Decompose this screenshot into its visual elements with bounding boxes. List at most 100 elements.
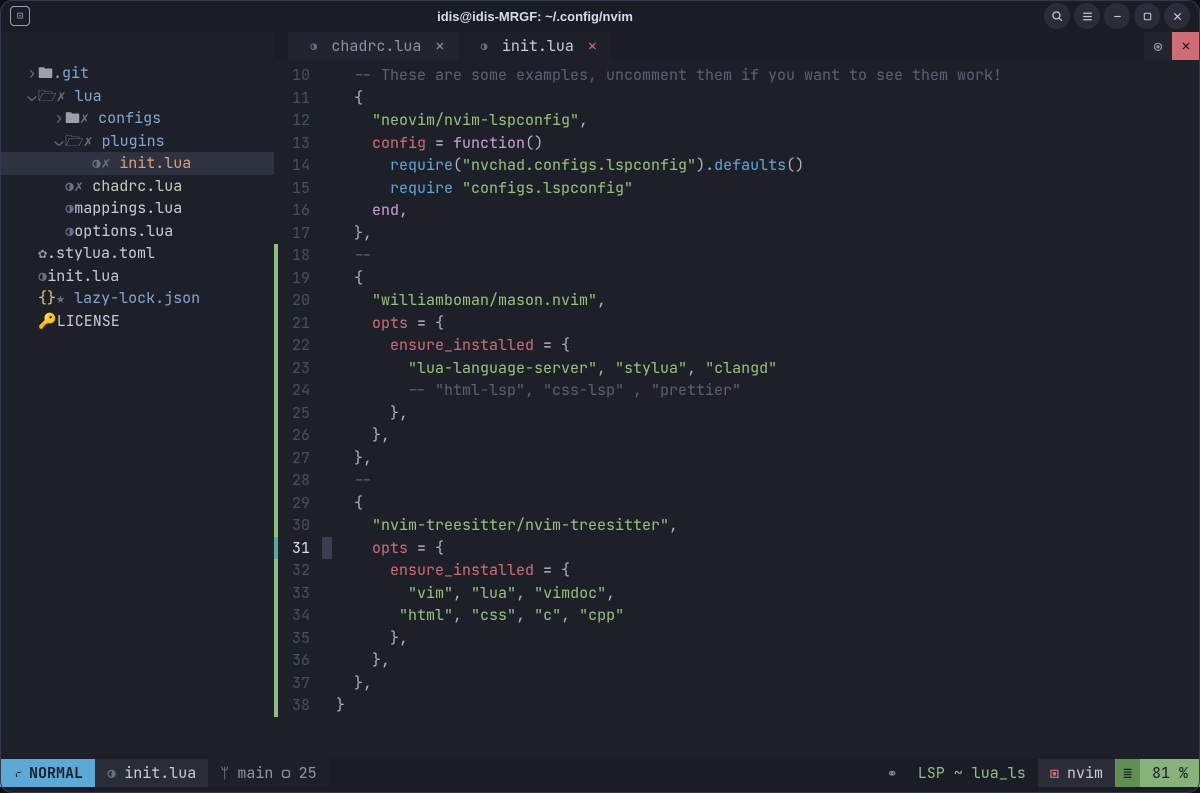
lua-icon: ◑ [310,38,317,54]
tree-item[interactable]: ◑ init.lua [0,265,274,288]
tree-item[interactable]: 🔑 LICENSE [0,310,274,333]
window-titlebar: ⊡ idis@idis-MRGF: ~/.config/nvim [0,0,1200,32]
code-line[interactable]: 13 config = function() [274,132,1200,155]
tab-close-all-icon[interactable]: ✕ [1172,32,1200,60]
code-line[interactable]: 15 require "configs.lspconfig" [274,177,1200,200]
code-line[interactable]: 36 }, [274,649,1200,672]
tree-item[interactable]: › 🖿 .git [0,62,274,85]
code-line[interactable]: 18 -- [274,244,1200,267]
tree-item[interactable]: ⌄ 🗁 ✗ lua [0,85,274,108]
line-text: "williamboman/mason.nvim", [332,289,606,312]
tree-item[interactable]: ⌄ 🗁 ✗ plugins [0,130,274,153]
line-text: -- [332,469,372,492]
tree-item-label: init.lua [47,265,119,288]
line-number: 13 [278,132,318,155]
tree-item-label: configs [98,107,161,130]
editor-tab[interactable]: ◑init.lua✕ [458,32,610,60]
status-filename: ◑ init.lua [95,759,208,787]
code-line[interactable]: 32 ensure_installed = { [274,559,1200,582]
search-icon[interactable] [1044,3,1070,29]
line-number: 21 [278,312,318,335]
line-number: 36 [278,649,318,672]
line-text: -- These are some examples, uncomment th… [332,64,1002,87]
code-line[interactable]: 14 require("nvchad.configs.lspconfig").d… [274,154,1200,177]
code-line[interactable]: 33 "vim", "lua", "vimdoc", [274,582,1200,605]
tab-close-icon[interactable]: ✕ [435,36,444,56]
line-number: 22 [278,334,318,357]
minimize-icon[interactable] [1104,3,1130,29]
tree-item[interactable]: ◑ ✗ init.lua [0,152,274,175]
status-bar: ⌌ NORMAL ◑ init.lua ᛘ main ▢ 25 ⚭ LSP ~ … [0,759,1200,787]
tree-item[interactable]: ✿ .stylua.toml [0,242,274,265]
line-number: 27 [278,447,318,470]
tree-item-label: lua [75,85,102,108]
tree-item-label: .git [53,62,89,85]
code-line[interactable]: 23 "lua-language-server", "stylua", "cla… [274,357,1200,380]
line-text: }, [332,402,408,425]
file-icon: {} [38,287,56,310]
code-line[interactable]: 21 opts = { [274,312,1200,335]
code-line[interactable]: 27 }, [274,447,1200,470]
code-line[interactable]: 12 "neovim/nvim-lspconfig", [274,109,1200,132]
lua-icon: ◑ [480,38,487,54]
code-line[interactable]: 16 end, [274,199,1200,222]
code-line[interactable]: 10 -- These are some examples, uncomment… [274,64,1200,87]
file-tree[interactable]: › 🖿 .git ⌄ 🗁 ✗ lua › 🖿 ✗ configs ⌄ 🗁 ✗ p… [0,32,274,759]
tree-item-label: lazy-lock.json [74,287,200,310]
code-line[interactable]: 25 }, [274,402,1200,425]
code-line[interactable]: 19 { [274,267,1200,290]
file-icon: 🖿 [65,107,80,130]
line-number: 25 [278,402,318,425]
line-number: 29 [278,492,318,515]
file-icon: 🗁 [65,130,84,153]
file-icon: ◑ [65,220,74,243]
code-line[interactable]: 17 }, [274,222,1200,245]
file-icon: 🔑 [38,310,57,333]
diff-icon: ▢ [281,763,290,783]
menu-icon[interactable] [1074,3,1100,29]
editor-pane: ◑chadrc.lua✕◑init.lua✕ ◉ ✕ 10 -- These a… [274,32,1200,759]
tree-item-label: LICENSE [57,310,120,333]
code-line[interactable]: 37 }, [274,672,1200,695]
line-text: }, [332,447,372,470]
code-line[interactable]: 11 { [274,87,1200,110]
tab-overflow-icon[interactable]: ◉ [1144,32,1172,60]
code-line[interactable]: 24 -- "html-lsp", "css-lsp" , "prettier" [274,379,1200,402]
line-text: "html", "css", "c", "cpp" [332,604,624,627]
code-line[interactable]: 29 { [274,492,1200,515]
tree-item[interactable]: ◑ ✗ chadrc.lua [0,175,274,198]
code-line[interactable]: 28 -- [274,469,1200,492]
line-text: opts = { [332,312,444,335]
line-text: { [332,87,363,110]
cwd-label: nvim [1067,763,1103,783]
maximize-icon[interactable] [1134,3,1160,29]
tab-close-icon[interactable]: ✕ [588,36,597,56]
code-area[interactable]: 10 -- These are some examples, uncomment… [274,60,1200,759]
tree-item[interactable]: {} ★ lazy-lock.json [0,287,274,310]
tree-item[interactable]: ◑ options.lua [0,220,274,243]
cwd: ▣ nvim [1038,759,1115,787]
percent-icon: ≣ [1115,759,1140,787]
code-line[interactable]: 22 ensure_installed = { [274,334,1200,357]
code-line[interactable]: 26 }, [274,424,1200,447]
tree-item[interactable]: ◑ mappings.lua [0,197,274,220]
tree-item[interactable]: › 🖿 ✗ configs [0,107,274,130]
code-line[interactable]: 31 opts = { [274,537,1200,560]
code-line[interactable]: 34 "html", "css", "c", "cpp" [274,604,1200,627]
close-icon[interactable] [1164,3,1190,29]
code-line[interactable]: 38} [274,694,1200,717]
lsp-status: LSP ~ lua_ls [906,759,1038,787]
line-number: 30 [278,514,318,537]
lua-icon: ◑ [107,763,116,783]
line-number: 20 [278,289,318,312]
tree-item-label: options.lua [74,220,173,243]
line-number: 38 [278,694,318,717]
mode-label: NORMAL [29,763,83,783]
editor-tab[interactable]: ◑chadrc.lua✕ [288,32,458,60]
code-line[interactable]: 30 "nvim-treesitter/nvim-treesitter", [274,514,1200,537]
line-number: 28 [278,469,318,492]
code-line[interactable]: 20 "williamboman/mason.nvim", [274,289,1200,312]
line-number: 31 [278,537,318,560]
code-line[interactable]: 35 }, [274,627,1200,650]
line-number: 24 [278,379,318,402]
